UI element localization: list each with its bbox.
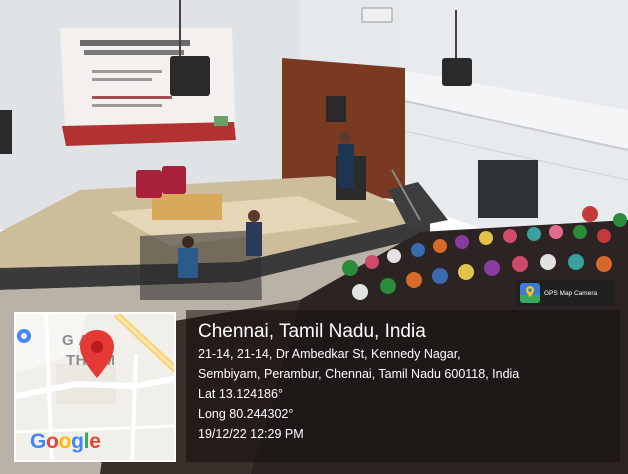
ceiling-speaker: [442, 58, 472, 86]
google-logo-letter: o: [58, 430, 72, 453]
screen-logo: [214, 116, 228, 126]
screen-text-block: [84, 50, 184, 55]
latitude: Lat 13.124186°: [198, 387, 283, 401]
screen-text-block: [92, 96, 172, 99]
wall-speaker: [326, 96, 346, 122]
ceiling-speaker: [170, 56, 210, 96]
screen-text-block: [92, 70, 162, 73]
projector: [361, 7, 393, 23]
address-line-1: 21-14, 21-14, Dr Ambedkar St, Kennedy Na…: [198, 347, 461, 361]
stage-table: [152, 194, 222, 220]
side-door: [478, 160, 538, 218]
google-logo-letter: o: [46, 430, 59, 453]
red-chair: [162, 166, 186, 194]
front-row-people: [140, 230, 262, 300]
google-logo-letter: G: [30, 430, 47, 453]
gps-badge-label: GPS Map Camera: [544, 289, 598, 297]
left-speaker: [0, 110, 12, 154]
map-pin-icon: [80, 330, 114, 378]
screen-text-block: [80, 40, 190, 46]
location-title: Chennai, Tamil Nadu, India: [198, 321, 426, 342]
date-time: 19/12/22 12:29 PM: [198, 427, 304, 441]
gps-map-camera-badge: GPS Map Camera: [516, 280, 614, 306]
presenter-head: [339, 132, 351, 144]
google-logo-letter: e: [89, 430, 101, 453]
longitude: Long 80.244302°: [198, 407, 294, 421]
gps-map-camera-icon: [520, 283, 540, 303]
red-chair: [136, 170, 162, 198]
address-line-2: Sembiyam, Perambur, Chennai, Tamil Nadu …: [198, 367, 520, 381]
screen-text-block: [92, 104, 162, 107]
screen-text-block: [92, 78, 152, 81]
presenter-body: [338, 144, 354, 188]
location-info-panel: Chennai, Tamil Nadu, India 21-14, 21-14,…: [186, 310, 620, 462]
google-logo-letter: g: [71, 430, 84, 453]
map-thumbnail[interactable]: G AM TH AM Google: [14, 312, 176, 462]
photo-stage: G AM TH AM Google GPS Map Camera Chennai…: [0, 0, 628, 474]
google-logo: Google: [30, 430, 101, 454]
